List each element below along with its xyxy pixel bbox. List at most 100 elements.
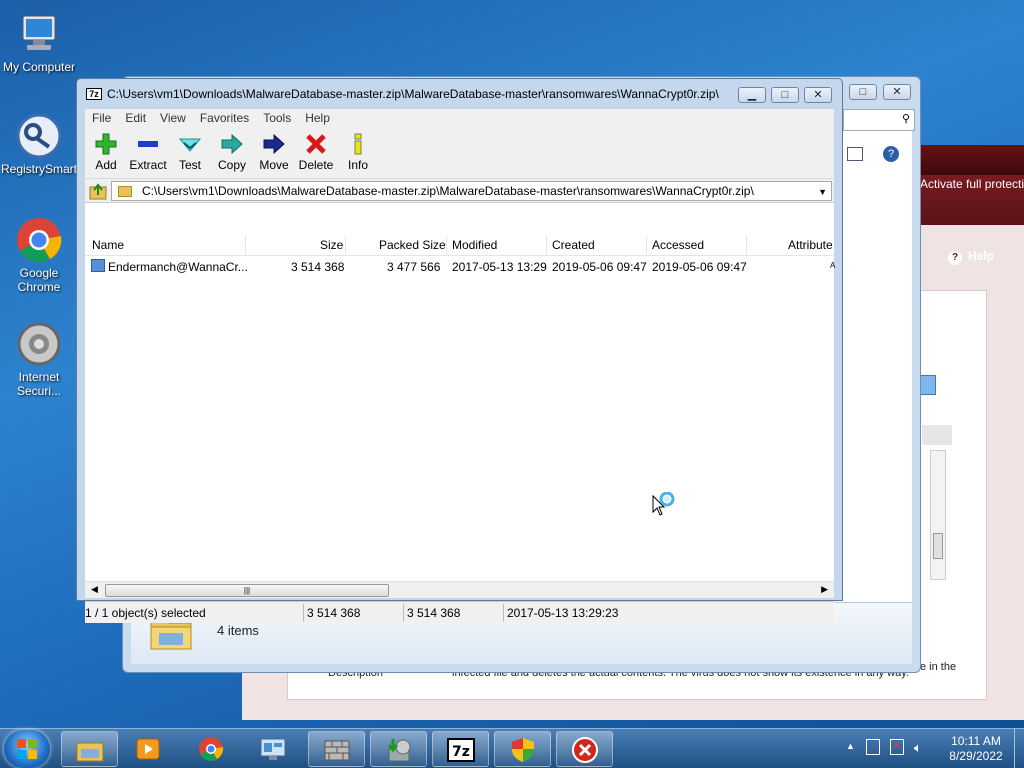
menu-file[interactable]: File [85,109,118,127]
scroll-thumb[interactable]: ||| [105,584,389,597]
activate-protection-link[interactable]: Activate full protection [920,177,1024,191]
address-path: C:\Users\vm1\Downloads\MalwareDatabase-m… [142,184,754,198]
menu-view[interactable]: View [153,109,193,127]
explorer-maximize-button[interactable]: □ [849,84,877,100]
menu-edit[interactable]: Edit [118,109,153,127]
column-separator [245,236,246,254]
taskbar-7zip[interactable]: 7z [432,731,489,767]
preview-pane-icon[interactable] [847,147,863,161]
extract-button[interactable]: Extract [127,127,169,178]
info-button[interactable]: Info [337,127,379,178]
antivirus-scrollbar[interactable] [930,450,946,580]
table-row[interactable]: Endermanch@WannaCr... 3 514 368 3 477 56… [85,258,835,276]
taskbar-media-player[interactable] [120,731,177,767]
move-icon [263,133,285,155]
test-icon [179,138,201,152]
taskbar-control-panel[interactable] [245,731,302,767]
explorer-icon [76,737,104,763]
menu-favorites[interactable]: Favorites [193,109,256,127]
window-title: C:\Users\vm1\Downloads\MalwareDatabase-m… [107,87,719,101]
help-label: Help [968,249,995,263]
clock[interactable]: 10:11 AM 8/29/2022 [944,734,1008,764]
firewall-icon [323,737,351,763]
status-separator [503,604,504,622]
delete-label: Delete [298,158,334,172]
taskbar-installer[interactable] [370,731,427,767]
info-icon [354,133,362,155]
taskbar-security-center[interactable] [494,731,551,767]
clock-date: 8/29/2022 [949,749,1003,763]
antivirus-button[interactable] [920,375,936,395]
add-button[interactable]: Add [85,127,127,178]
test-label: Test [178,158,201,172]
cell-size: 3 514 368 [291,260,345,274]
chrome-icon [197,736,225,762]
dropdown-arrow-icon[interactable]: ▼ [818,187,827,197]
column-modified[interactable]: Modified [452,238,497,252]
column-packed-size[interactable]: Packed Size [379,238,446,252]
taskbar-chrome[interactable] [183,731,240,767]
taskbar-firewall[interactable] [308,731,365,767]
list-header: Name Size Packed Size Modified Created A… [85,234,834,256]
help-icon[interactable]: ? [883,146,899,162]
toolbar: Add Extract Test Copy Move Delete Info [85,127,834,179]
desktop-icon-my-computer[interactable]: My Computer [0,10,78,74]
av-error-icon [571,737,599,763]
column-size[interactable]: Size [320,238,343,252]
info-label: Info [347,158,368,172]
desktop-icon-chrome[interactable]: Google Chrome [0,216,78,294]
add-icon [95,133,117,155]
menu-help[interactable]: Help [298,109,337,127]
taskbar-antivirus[interactable] [556,731,613,767]
control-panel-icon [259,736,287,762]
horizontal-scrollbar[interactable]: ◀ ||| ▶ [85,581,834,598]
close-button[interactable]: ✕ [804,87,832,103]
taskbar-explorer[interactable] [61,731,118,767]
shield-icon [509,737,537,763]
desktop-icon-registrysmart[interactable]: RegistrySmart [0,112,78,176]
column-separator [646,236,647,254]
help-icon: ? [948,251,962,265]
column-separator [345,236,346,254]
up-folder-button[interactable] [89,182,107,200]
help-button[interactable]: ? Help [948,249,994,265]
7zip-icon: 7z [447,737,475,763]
status-separator [403,604,404,622]
explorer-search-input[interactable]: ⚲ [843,109,915,131]
column-created[interactable]: Created [552,238,595,252]
extract-label: Extract [129,158,167,172]
desktop-icon-label: My Computer [2,60,76,74]
test-button[interactable]: Test [169,127,211,178]
scroll-right-icon[interactable]: ▶ [821,584,828,595]
copy-label: Copy [217,158,246,172]
scroll-thumb[interactable] [933,533,943,559]
show-desktop-button[interactable] [1014,729,1024,768]
column-accessed[interactable]: Accessed [652,238,704,252]
copy-button[interactable]: Copy [211,127,253,178]
column-name[interactable]: Name [92,238,124,252]
cell-name: Endermanch@WannaCr... [108,260,248,274]
volume-icon[interactable]: 🔈︎ [914,740,922,756]
maximize-button[interactable]: □ [771,87,799,103]
registry-icon [15,112,63,160]
scroll-left-icon[interactable]: ◀ [91,584,98,595]
address-input[interactable]: C:\Users\vm1\Downloads\MalwareDatabase-m… [111,181,832,201]
menu-tools[interactable]: Tools [256,109,298,127]
add-label: Add [95,158,117,172]
7zip-titlebar[interactable]: 7z C:\Users\vm1\Downloads\MalwareDatabas… [77,79,842,109]
column-attribute[interactable]: Attribute [788,238,833,252]
delete-button[interactable]: Delete [295,127,337,178]
desktop-icon-internet-security[interactable]: Internet Securi... [0,320,78,398]
network-icon[interactable] [866,739,880,755]
tray-expand-icon[interactable]: ▲ [846,741,855,751]
action-center-icon[interactable]: ✕ [890,739,904,755]
minimize-button[interactable]: ▁ [738,87,766,103]
cell-created: 2019-05-06 09:47 [552,260,647,274]
clock-time: 10:11 AM [951,734,1001,748]
desktop-icon-label: Google Chrome [17,266,61,294]
explorer-close-button[interactable]: ✕ [883,84,911,100]
start-button[interactable] [4,730,50,768]
security-icon [15,320,63,368]
move-button[interactable]: Move [253,127,295,178]
busy-cursor-icon [652,491,680,523]
